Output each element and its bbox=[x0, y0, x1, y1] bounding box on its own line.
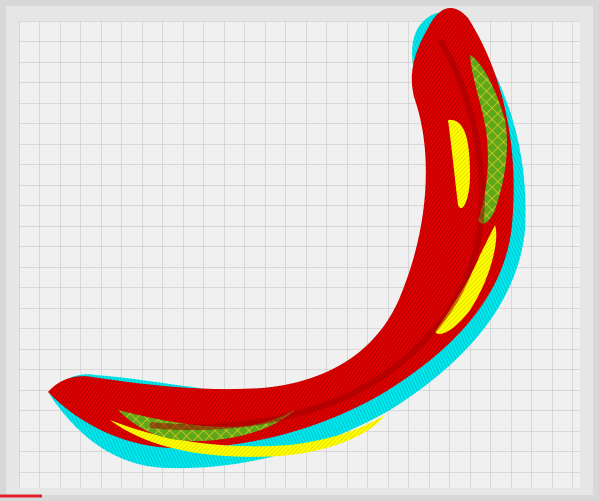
layer-view-canvas[interactable] bbox=[0, 0, 599, 501]
layer-viewport[interactable] bbox=[0, 0, 599, 501]
